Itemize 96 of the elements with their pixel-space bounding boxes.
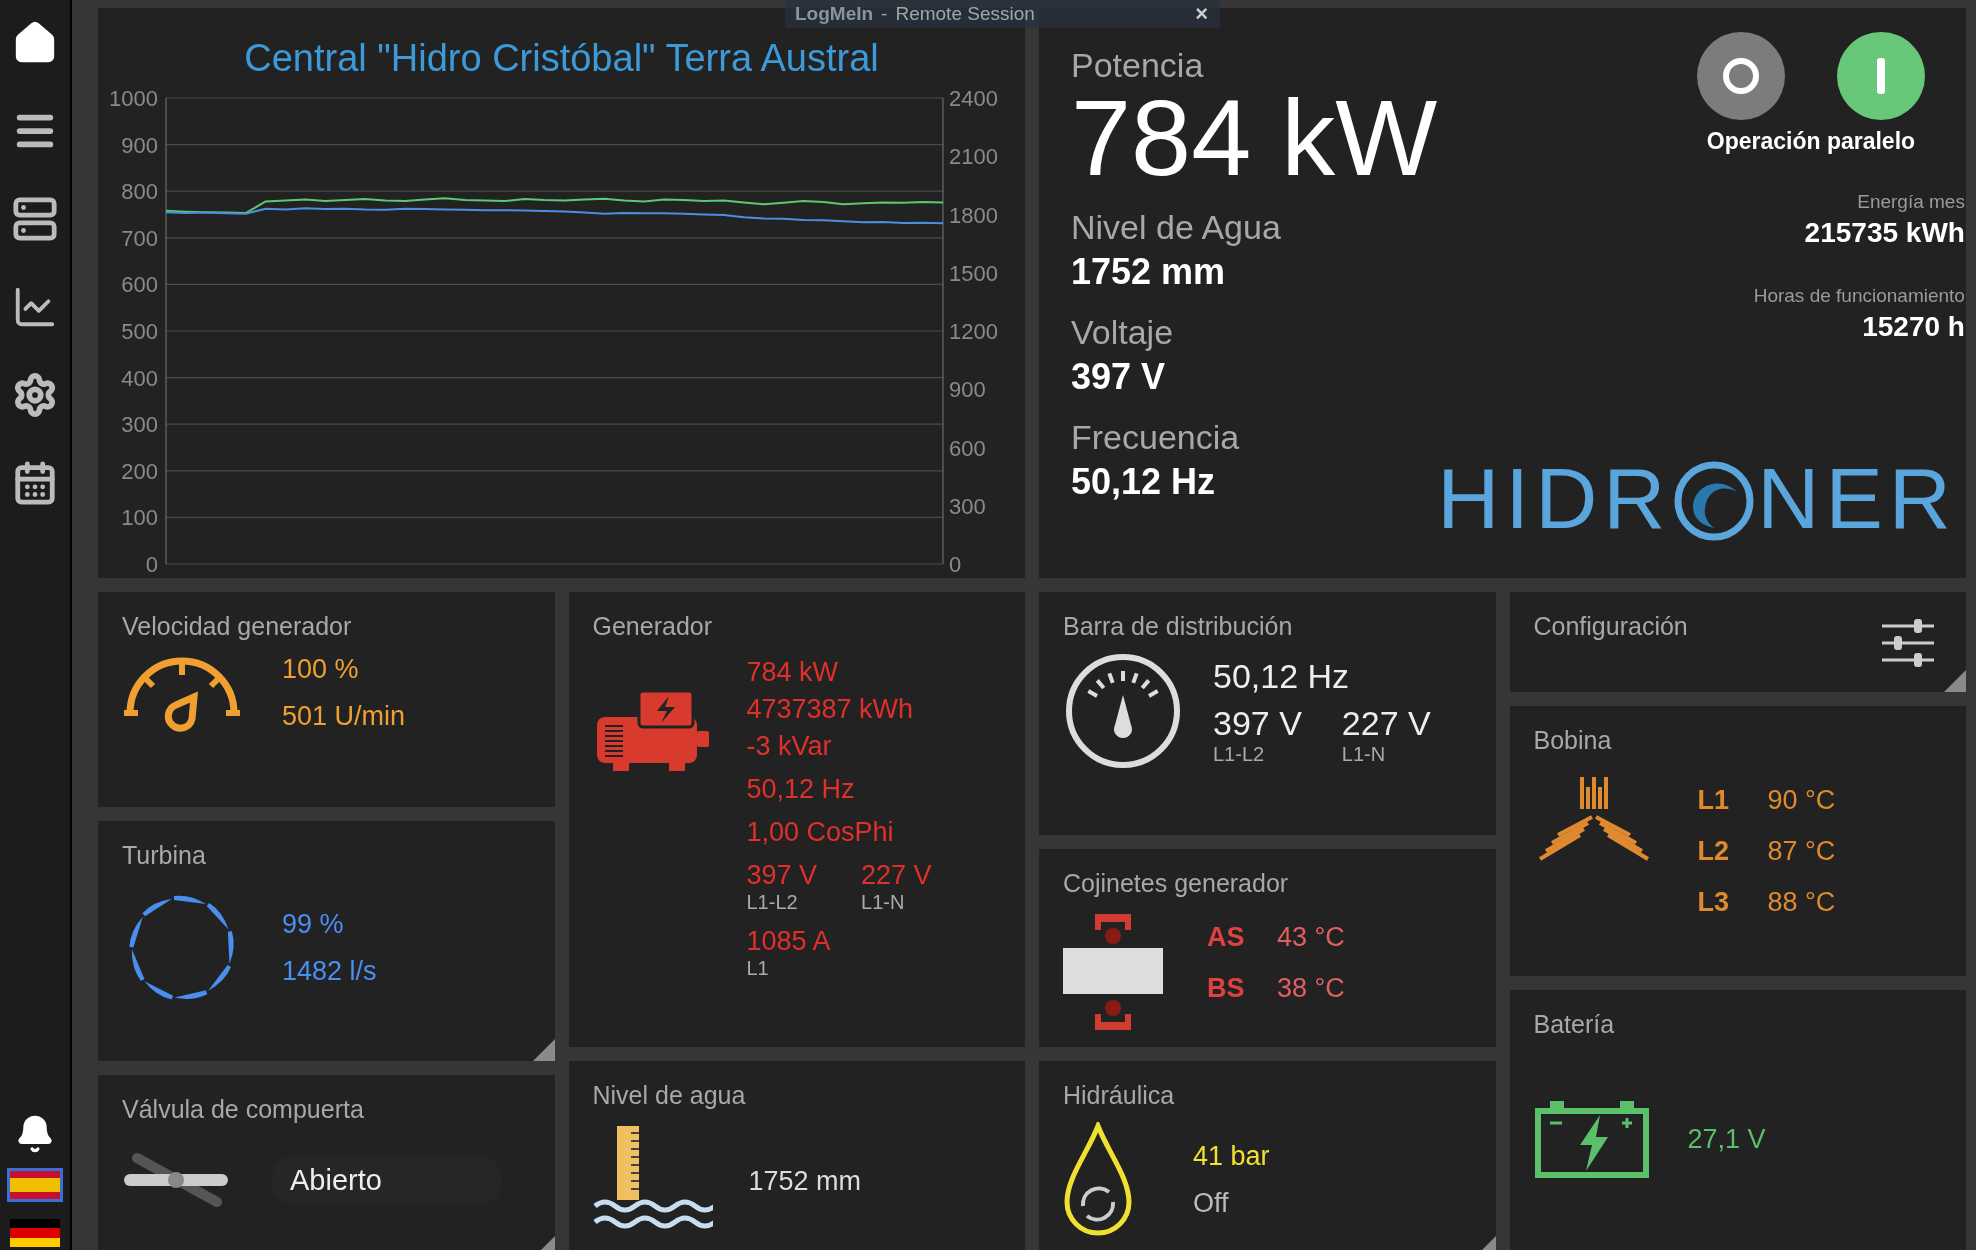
phase-label: L1 — [746, 957, 770, 980]
counter-value: 215735 kWh — [1804, 217, 1965, 249]
card-title: Configuración — [1533, 612, 1689, 641]
axis-label: 1000 — [109, 86, 158, 111]
metric-value: 397 V — [1071, 356, 1167, 399]
calendar-icon[interactable] — [12, 460, 58, 506]
axis-label: 0 — [145, 552, 158, 574]
metric-label: Voltaje — [1071, 313, 1175, 353]
close-button[interactable]: × — [1195, 1, 1208, 27]
axis-label: 300 — [949, 493, 986, 519]
reading: 99 % — [282, 909, 345, 940]
metric-value: 50,12 Hz — [1071, 461, 1217, 504]
bearing-icon — [1063, 912, 1163, 1032]
reading: 50,12 Hz — [1213, 656, 1351, 696]
card-title: Cojinetes generador — [1063, 869, 1290, 898]
card-title: Nivel de agua — [592, 1081, 747, 1110]
card-title: Turbina — [122, 841, 207, 870]
row-label: BS — [1207, 973, 1246, 1004]
axis-label: 1500 — [949, 260, 998, 286]
row-label: L1 — [1697, 785, 1730, 816]
metric-label: Nivel de Agua — [1071, 208, 1282, 248]
phase-label: L1-L2 — [1213, 742, 1266, 766]
reading: 87 °C — [1767, 836, 1836, 867]
axis-label: 200 — [121, 458, 158, 484]
bar-icon — [1876, 58, 1885, 94]
reading: 501 U/min — [282, 701, 406, 732]
axis-label: 1200 — [949, 319, 998, 344]
reading: 784 kW — [746, 657, 840, 688]
reading: 1752 mm — [748, 1165, 862, 1197]
card-title: Hidráulica — [1063, 1081, 1176, 1110]
mode-label: Operación paralelo — [1706, 128, 1916, 155]
reading: 4737387 kWh — [746, 694, 915, 725]
reading: 90 °C — [1767, 785, 1836, 816]
gauge-icon — [1063, 651, 1183, 771]
server-icon[interactable] — [12, 196, 58, 242]
row-label: L2 — [1697, 836, 1730, 867]
reading: 397 V — [746, 860, 818, 890]
counter-value: 15270 h — [1861, 311, 1965, 343]
ring-icon — [1720, 56, 1761, 96]
reading: 1482 l/s — [282, 956, 377, 987]
axis-label: 900 — [949, 377, 986, 403]
counter-label: Horas de funcionamiento — [1753, 285, 1965, 307]
metric-label: Frecuencia — [1071, 418, 1241, 458]
axis-label: 300 — [121, 412, 158, 438]
reading: 50,12 Hz — [746, 774, 856, 805]
reading: 100 % — [282, 654, 360, 685]
card-title: Barra de distribución — [1063, 612, 1294, 641]
reading: 1,00 CosPhi — [746, 817, 895, 848]
battery-icon — [1533, 1099, 1650, 1179]
reading: 38 °C — [1277, 973, 1345, 1004]
separator-text: - — [881, 3, 888, 25]
axis-label: 700 — [121, 225, 158, 251]
axis-label: 800 — [121, 179, 158, 205]
axis-label: 100 — [121, 505, 158, 531]
axis-label: 0 — [949, 552, 962, 574]
row-label: L3 — [1697, 887, 1730, 918]
sliders-icon — [1880, 618, 1936, 668]
card-title: Batería — [1533, 1010, 1616, 1039]
state-label: Off — [1193, 1188, 1230, 1219]
reading: 227 V — [861, 860, 932, 890]
axis-label: 1800 — [949, 202, 998, 228]
flag-icon[interactable] — [7, 1216, 63, 1250]
reading: 397 V — [1213, 703, 1302, 742]
card-title: Válvula de compuerta — [122, 1095, 365, 1124]
logo-text: HIDR — [1437, 449, 1672, 548]
reading: 43 °C — [1277, 922, 1345, 953]
axis-label: 500 — [121, 319, 158, 344]
reading: 88 °C — [1767, 887, 1836, 918]
metric-value: 1752 mm — [1071, 251, 1227, 294]
axis-label: 2100 — [949, 144, 998, 170]
counter-label: Energía mes — [1856, 191, 1965, 213]
axis-label: 400 — [121, 365, 158, 391]
phase-label: L1-N — [861, 891, 906, 914]
bell-icon[interactable] — [15, 1114, 55, 1154]
axis-label: 600 — [949, 435, 986, 461]
reading: 41 bar — [1193, 1141, 1270, 1172]
phase-label: L1-N — [1341, 742, 1387, 766]
card-title: Generador — [592, 612, 714, 641]
phase-label: L1-L2 — [746, 891, 799, 914]
row-label: AS — [1207, 922, 1246, 953]
axis-label: 600 — [121, 272, 158, 298]
valve-state: Abierto — [272, 1155, 502, 1205]
reading: 27,1 V — [1687, 1123, 1766, 1155]
settings-icon[interactable] — [12, 372, 58, 418]
remote-app-name: LogMeIn — [795, 3, 874, 25]
reading: 1085 A — [746, 926, 831, 956]
remote-session-label: Remote Session — [895, 3, 1035, 25]
plant-title: Central "Hidro Cristóbal" Terra Austral — [244, 37, 879, 79]
drop-icon — [1063, 1122, 1133, 1238]
axis-label: 2400 — [949, 86, 998, 111]
card-title: Bobina — [1533, 726, 1613, 755]
reading: -3 kVar — [746, 731, 833, 762]
reading: 227 V — [1341, 703, 1431, 742]
card-title: Velocidad generador — [122, 612, 353, 641]
logo-text: NER — [1757, 449, 1957, 548]
axis-label: 900 — [121, 132, 158, 158]
